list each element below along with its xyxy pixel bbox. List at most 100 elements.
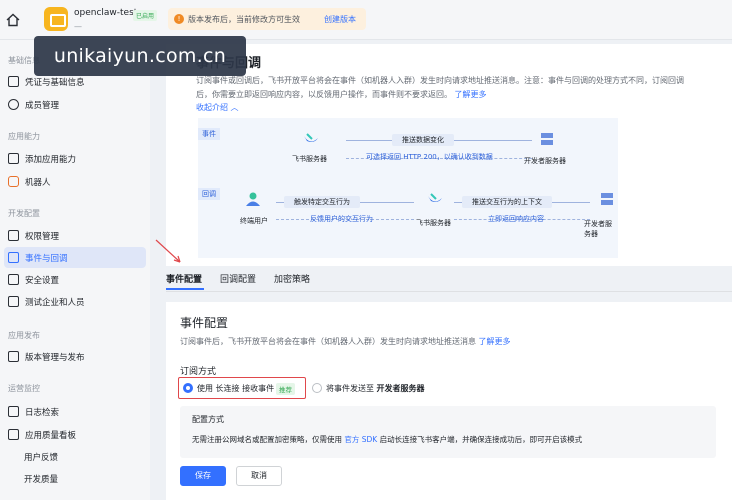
sidebar-item-label: 版本管理与发布: [25, 353, 85, 363]
create-version-link[interactable]: 创建版本: [324, 14, 356, 25]
robot-icon: [8, 176, 19, 187]
sidebar-item-label: 安全设置: [25, 276, 60, 286]
sidebar-item-quality-board[interactable]: 应用质量看板: [4, 424, 146, 445]
red-annotation-arrow: [155, 239, 181, 263]
dev-server-option[interactable]: 将事件发送至 开发者服务器: [326, 383, 425, 394]
version-notice: ! 版本发布后，当前修改方可生效 创建版本: [168, 8, 366, 30]
watermark: unikaiyun.com.cn: [34, 36, 246, 76]
collapse-label: 收起介绍: [196, 103, 228, 112]
sidebar-item-label: 事件与回调: [25, 254, 68, 264]
dev-server-label: 开发者服务器: [524, 157, 566, 165]
feishu-server-label: 飞书服务器: [416, 219, 451, 227]
sidebar-item-label: 开发质量: [24, 475, 59, 485]
section-description: 订阅事件后，飞书开放平台将会在事件（如机器人入群）发生时向请求地址推送消息 了解…: [180, 336, 511, 347]
shield-icon: [8, 274, 19, 285]
sidebar-item-label: 权限管理: [25, 232, 60, 242]
sidebar-item-add-capability[interactable]: 添加应用能力: [4, 148, 146, 169]
learn-more-link[interactable]: 了解更多: [479, 337, 511, 346]
active-tab-indicator: [166, 288, 204, 290]
sidebar-item-events[interactable]: 事件与回调: [4, 247, 146, 268]
recommended-badge: 推荐: [276, 383, 295, 395]
info-title: 配置方式: [192, 415, 224, 424]
sidebar-item-test-tenant[interactable]: 测试企业和人员: [4, 291, 146, 312]
return-response-label: 立即返回响应内容: [488, 215, 544, 223]
learn-more-link[interactable]: 了解更多: [455, 90, 487, 99]
notice-text: 版本发布后，当前修改方可生效: [188, 15, 300, 24]
config-tabs: 事件配置 回调配置 加密策略: [166, 266, 732, 292]
feishu-server-label: 飞书服务器: [292, 155, 327, 163]
option-bold: 开发者服务器: [376, 384, 425, 393]
sidebar-item-label: 日志检索: [25, 408, 60, 418]
feishu-logo-icon: [428, 193, 442, 202]
main-content: 事件与回调 订阅事件或回调后，飞书开放平台将会在事件（如机器人入群）发生时向请求…: [150, 40, 732, 500]
app-status-badge: 已启用: [133, 10, 158, 21]
save-button[interactable]: 保存: [180, 466, 226, 486]
sidebar-item-feedback[interactable]: 用户反馈: [4, 446, 146, 467]
collapse-intro-button[interactable]: 收起介绍 ︿: [196, 102, 239, 113]
grid-icon: [8, 153, 19, 164]
version-icon: [8, 351, 19, 362]
sidebar-group-capabilities: 应用能力: [8, 132, 40, 141]
sidebar-item-members[interactable]: 成员管理: [4, 94, 146, 115]
app-logo: [44, 7, 68, 31]
long-connection-radio[interactable]: [183, 383, 193, 393]
sidebar-item-versions[interactable]: 版本管理与发布: [4, 346, 146, 367]
sidebar-group-dev: 开发配置: [8, 209, 40, 218]
sidebar-item-security[interactable]: 安全设置: [4, 269, 146, 290]
log-icon: [8, 406, 19, 417]
callback-row-label: 回调: [198, 188, 220, 200]
app-subtitle: —: [74, 22, 82, 31]
cancel-button[interactable]: 取消: [236, 466, 282, 486]
feishu-logo-icon: [304, 133, 318, 142]
sidebar-item-label: 用户反馈: [24, 453, 59, 463]
feedback-label: 反馈用户的交互行为: [310, 215, 373, 223]
permission-icon: [8, 230, 19, 241]
top-bar: openclaw-test 已启用 — ! 版本发布后，当前修改方可生效 创建版…: [0, 0, 732, 40]
app-name: openclaw-test: [74, 8, 138, 18]
sidebar-item-permissions[interactable]: 权限管理: [4, 225, 146, 246]
option-prefix: 使用: [197, 384, 213, 393]
sidebar-item-label: 凭证与基础信息: [25, 78, 85, 88]
home-icon[interactable]: [5, 12, 21, 28]
events-icon: [8, 252, 19, 263]
config-info-box: 配置方式 无需注册公网域名或配置加密策略，仅需使用 官方 SDK 启动长连接飞书…: [180, 406, 716, 458]
tab-event-config[interactable]: 事件配置: [166, 272, 202, 285]
sidebar-item-label: 机器人: [25, 178, 51, 188]
return-http-label: 可选择返回 HTTP 200，以确认收到数据: [366, 153, 493, 161]
description-text: 订阅事件或回调后，飞书开放平台将会在事件（如机器人入群）发生时向请求地址推送消息…: [196, 76, 684, 99]
info-text: 无需注册公网域名或配置加密策略，仅需使用 官方 SDK 启动长连接飞书客户端，并…: [192, 434, 582, 445]
chart-icon: [8, 429, 19, 440]
option-mid: 长连接: [215, 384, 240, 393]
flow-diagram: 事件 飞书服务器 推送数据变化 可选择返回 HTTP 200，以确认收到数据 开…: [198, 118, 618, 258]
sidebar-item-logs[interactable]: 日志检索: [4, 401, 146, 422]
event-row-label: 事件: [198, 128, 220, 140]
dev-server-radio[interactable]: [312, 383, 322, 393]
subscription-label: 订阅方式: [180, 367, 217, 377]
info-text-post: 启动长连接飞书客户端，并确保连接成功后，即可开启该模式: [379, 435, 583, 444]
sidebar: 基础信息 凭证与基础信息 成员管理 应用能力 添加应用能力 机器人 开发配置 权…: [0, 40, 150, 500]
option-suffix: 接收事件: [242, 384, 275, 393]
option-prefix: 将事件发送至: [326, 384, 374, 393]
warning-icon: !: [174, 14, 184, 24]
sidebar-item-label: 成员管理: [25, 101, 60, 111]
credential-icon: [8, 76, 19, 87]
tab-callback-config[interactable]: 回调配置: [220, 272, 256, 285]
user-icon: [8, 99, 19, 110]
event-config-card: 事件配置 订阅事件后，飞书开放平台将会在事件（如机器人入群）发生时向请求地址推送…: [166, 302, 732, 500]
end-user-label: 终端用户: [240, 217, 268, 225]
long-connection-option[interactable]: 使用 长连接 接收事件: [197, 383, 274, 394]
sidebar-item-label: 测试企业和人员: [25, 298, 85, 308]
push-data-label: 推送数据变化: [392, 134, 454, 146]
server-icon: [541, 133, 553, 145]
dev-server-label: 开发者服务器: [584, 220, 612, 238]
sidebar-item-dev-quality[interactable]: 开发质量: [4, 468, 146, 489]
push-context-label: 推送交互行为的上下文: [462, 196, 552, 208]
sidebar-group-release: 应用发布: [8, 331, 40, 340]
test-icon: [8, 296, 19, 307]
section-title: 事件配置: [180, 316, 229, 330]
server-icon: [601, 193, 613, 205]
sidebar-item-label: 应用质量看板: [25, 431, 77, 441]
tab-encryption[interactable]: 加密策略: [274, 272, 310, 285]
sdk-link[interactable]: 官方 SDK: [344, 435, 377, 444]
sidebar-item-bot[interactable]: 机器人: [4, 171, 146, 192]
